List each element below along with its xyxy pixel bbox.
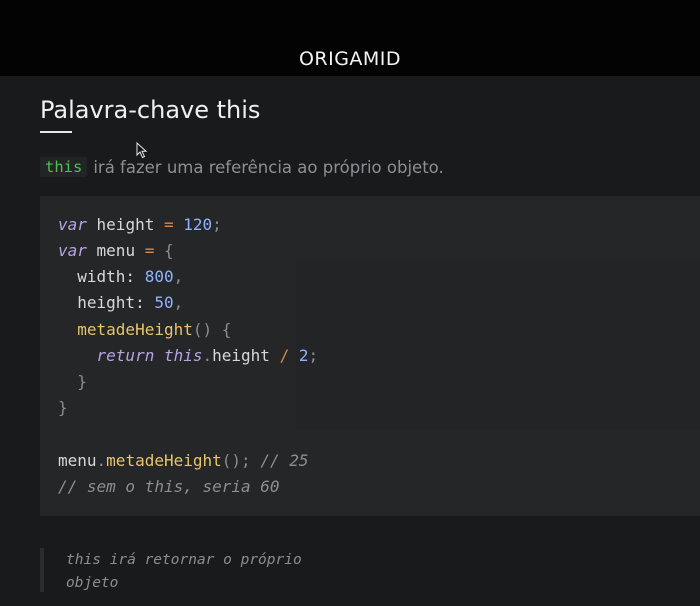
code-token: 800 <box>144 267 174 286</box>
code-line-2: var menu = { <box>58 241 174 260</box>
title-underline <box>40 131 72 133</box>
top-bar: ORIGAMID <box>0 0 700 76</box>
code-token: = <box>144 241 155 260</box>
mouse-cursor-icon <box>136 142 148 159</box>
code-token: , <box>173 293 184 312</box>
intro-paragraph: this irá fazer uma referência ao próprio… <box>40 155 444 179</box>
code-token: . <box>96 451 107 470</box>
code-line-5: metadeHeight() { <box>58 319 231 341</box>
code-line-8: } <box>58 397 68 419</box>
code-token: var <box>58 215 87 234</box>
code-token: 2 <box>298 346 309 365</box>
code-token: // 25 <box>260 451 309 470</box>
code-line-6: return this.height / 2; <box>96 346 319 365</box>
code-token: ; <box>212 215 222 234</box>
code-token: (); <box>221 451 251 470</box>
note-text: this irá retornar o próprio objeto <box>66 549 326 595</box>
code-token: metadeHeight <box>106 451 222 470</box>
quote-bar <box>40 548 44 592</box>
this-keyword-chip: this <box>40 157 88 177</box>
code-token: } <box>58 398 68 417</box>
code-token: 50 <box>154 293 174 312</box>
page-title: Palavra-chave this <box>40 96 261 124</box>
origamid-logo: ORIGAMID <box>298 48 402 70</box>
code-line-3: width: 800, <box>58 267 184 286</box>
code-token: // sem o this, seria 60 <box>58 477 280 496</box>
code-token: () { <box>192 320 232 339</box>
code-token: this <box>163 346 203 365</box>
code-token: = <box>163 215 174 234</box>
code-line-11: // sem o this, seria 60 <box>58 476 280 498</box>
code-line-7: } <box>58 371 87 393</box>
code-token: , <box>173 267 184 286</box>
code-token: { <box>163 241 174 260</box>
code-token: ; <box>308 346 319 365</box>
code-token: metadeHeight <box>77 320 193 339</box>
code-token: . <box>202 346 213 365</box>
code-line-1: var height = 120; <box>58 215 222 234</box>
code-token: } <box>77 372 87 391</box>
code-line-10: menu.metadeHeight(); // 25 <box>58 451 309 470</box>
intro-text: irá fazer uma referência ao próprio obje… <box>93 157 444 177</box>
code-token: / <box>279 346 290 365</box>
code-block-shadow <box>296 260 700 430</box>
note-line-1: this irá retornar o próprio <box>66 552 302 568</box>
code-token: var <box>58 241 87 260</box>
note-line-2: objeto <box>66 575 119 591</box>
code-line-4: height: 50, <box>58 293 184 312</box>
code-token: 120 <box>183 215 213 234</box>
code-token: return <box>96 346 155 365</box>
